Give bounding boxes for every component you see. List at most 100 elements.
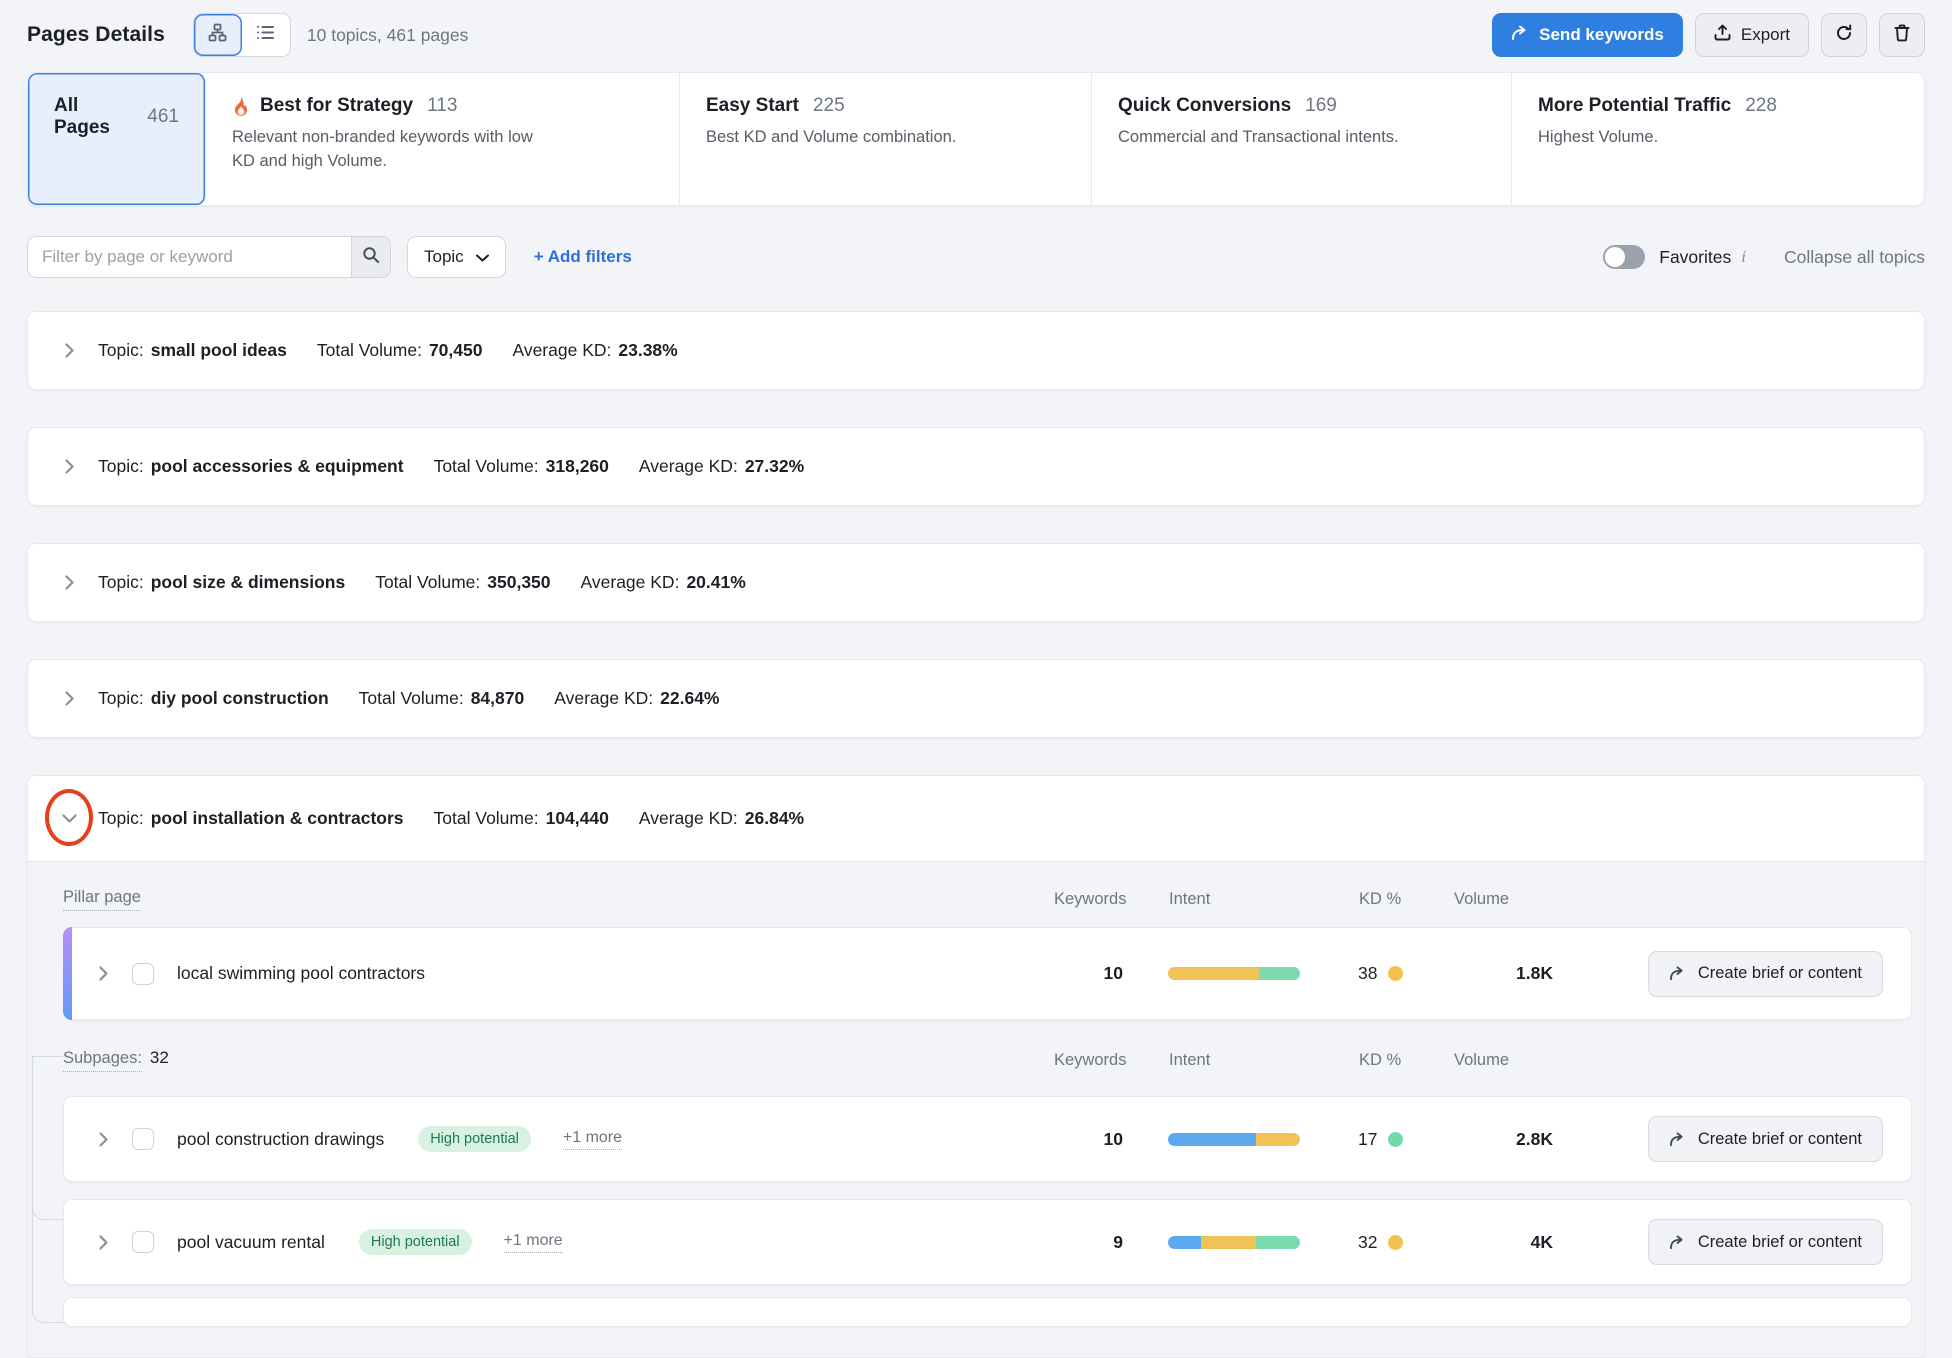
volume-value: 4K <box>1453 1232 1553 1253</box>
send-keywords-button[interactable]: Send keywords <box>1492 13 1683 57</box>
average-kd-label: Average KD: <box>512 340 611 361</box>
pillar-connector-line <box>32 1056 63 1057</box>
pillar-page-label[interactable]: Pillar page <box>63 888 141 911</box>
page-title: Pages Details <box>27 23 165 47</box>
average-kd-value: 20.41% <box>686 572 745 593</box>
pillar-row: local swimming pool contractors 10 38 1.… <box>63 927 1912 1020</box>
volume-value: 1.8K <box>1453 963 1553 984</box>
intent-bar <box>1168 1236 1300 1249</box>
search-icon <box>362 246 380 269</box>
subpages-label[interactable]: Subpages: <box>63 1049 142 1072</box>
export-button[interactable]: Export <box>1695 13 1809 57</box>
subpage-row: pool vacuum rental High potential +1 mor… <box>63 1199 1912 1285</box>
total-volume-label: Total Volume: <box>317 340 422 361</box>
subpage-name[interactable]: pool construction drawings <box>177 1129 384 1150</box>
topic-row-diy-pool-construction[interactable]: Topic: diy pool construction Total Volum… <box>28 660 1924 737</box>
col-kd: KD % <box>1334 890 1454 909</box>
subpages-header-row: Subpages: 32 Keywords Intent KD % Volume <box>63 1020 1912 1072</box>
filter-bar-right: Favorites i Collapse all topics <box>1603 245 1925 269</box>
tab-quick-conversions[interactable]: Quick Conversions 169 Commercial and Tra… <box>1092 73 1512 205</box>
chevron-right-icon[interactable] <box>58 343 80 358</box>
send-arrow-icon <box>1669 1235 1686 1250</box>
list-icon <box>256 23 275 47</box>
subpage-name[interactable]: pool vacuum rental <box>177 1232 325 1253</box>
topics-pages-summary: 10 topics, 461 pages <box>307 25 469 46</box>
list-view-button[interactable] <box>242 14 290 56</box>
chevron-down-icon <box>476 247 489 267</box>
topic-row-pool-accessories[interactable]: Topic: pool accessories & equipment Tota… <box>28 428 1924 505</box>
delete-button[interactable] <box>1879 13 1925 57</box>
refresh-icon <box>1835 24 1853 47</box>
keywords-count: 10 <box>1053 1129 1123 1150</box>
volume-value: 2.8K <box>1453 1129 1553 1150</box>
search-input[interactable] <box>27 236 351 278</box>
strategy-tabs: All Pages 461 Best for Strategy 113 Rele… <box>27 72 1925 206</box>
chevron-right-icon[interactable] <box>92 966 114 981</box>
tab-easy-start[interactable]: Easy Start 225 Best KD and Volume combin… <box>680 73 1092 205</box>
row-checkbox[interactable] <box>132 1128 154 1150</box>
total-volume-value: 104,440 <box>546 808 609 829</box>
create-brief-button[interactable]: Create brief or content <box>1648 951 1883 997</box>
topic-filter-dropdown[interactable]: Topic <box>407 236 506 278</box>
high-potential-badge: High potential <box>359 1229 472 1255</box>
search-button[interactable] <box>351 236 391 278</box>
tab-description: Relevant non-branded keywords with low K… <box>232 126 552 174</box>
add-filters-link[interactable]: + Add filters <box>534 247 632 267</box>
view-mode-switcher <box>193 13 291 57</box>
tab-all-pages[interactable]: All Pages 461 <box>28 73 206 205</box>
col-keywords: Keywords <box>1054 890 1124 909</box>
kd-dot <box>1388 1132 1403 1147</box>
row-checkbox[interactable] <box>132 1231 154 1253</box>
filter-bar: Topic + Add filters Favorites i Collapse… <box>27 236 1925 278</box>
collapse-all-topics-link[interactable]: Collapse all topics <box>1784 247 1925 268</box>
topic-card: Topic: diy pool construction Total Volum… <box>27 659 1925 738</box>
topic-name: pool accessories & equipment <box>151 456 404 477</box>
pages-details-view: Pages Details <box>0 0 1952 1358</box>
tab-more-potential-traffic[interactable]: More Potential Traffic 228 Highest Volum… <box>1512 73 1924 205</box>
top-bar: Pages Details <box>27 12 1925 58</box>
send-arrow-icon <box>1669 1132 1686 1147</box>
more-badges-link[interactable]: +1 more <box>504 1232 563 1253</box>
pillar-page-name[interactable]: local swimming pool contractors <box>177 963 425 984</box>
topic-row-small-pool-ideas[interactable]: Topic: small pool ideas Total Volume: 70… <box>28 312 1924 389</box>
chevron-right-icon[interactable] <box>92 1132 114 1147</box>
create-brief-button[interactable]: Create brief or content <box>1648 1219 1883 1265</box>
more-badges-link[interactable]: +1 more <box>563 1129 622 1150</box>
refresh-button[interactable] <box>1821 13 1867 57</box>
col-intent: Intent <box>1124 890 1334 909</box>
hierarchy-view-button[interactable] <box>194 14 242 56</box>
chevron-right-icon[interactable] <box>92 1235 114 1250</box>
chevron-right-icon[interactable] <box>58 575 80 590</box>
topic-card-expanded: Topic: pool installation & contractors T… <box>27 775 1925 1358</box>
kd-dot <box>1388 966 1403 981</box>
info-icon[interactable]: i <box>1741 247 1746 267</box>
row-checkbox[interactable] <box>132 963 154 985</box>
kd-dot <box>1388 1235 1403 1250</box>
topic-name: diy pool construction <box>151 688 329 709</box>
chevron-right-icon[interactable] <box>58 459 80 474</box>
total-volume-value: 84,870 <box>471 688 525 709</box>
tab-description: Commercial and Transactional intents. <box>1118 126 1438 150</box>
subpage-connector-line <box>32 1198 63 1220</box>
tab-description: Best KD and Volume combination. <box>706 126 1026 150</box>
favorites-toggle[interactable] <box>1603 245 1645 269</box>
total-volume-value: 350,350 <box>487 572 550 593</box>
col-volume: Volume <box>1454 1051 1554 1070</box>
tree-trunk-line <box>32 1056 33 1308</box>
kd-value: 32 <box>1358 1232 1377 1253</box>
keywords-count: 9 <box>1053 1232 1123 1253</box>
topic-row-pool-installation[interactable]: Topic: pool installation & contractors T… <box>28 776 1924 861</box>
topic-name: small pool ideas <box>151 340 287 361</box>
average-kd-value: 26.84% <box>745 808 804 829</box>
topic-row-pool-size[interactable]: Topic: pool size & dimensions Total Volu… <box>28 544 1924 621</box>
average-kd-value: 22.64% <box>660 688 719 709</box>
topic-name: pool size & dimensions <box>151 572 345 593</box>
chevron-right-icon[interactable] <box>58 691 80 706</box>
col-intent: Intent <box>1124 1051 1334 1070</box>
tab-best-for-strategy[interactable]: Best for Strategy 113 Relevant non-brand… <box>206 73 680 205</box>
chevron-down-icon[interactable] <box>58 814 80 823</box>
search-field <box>27 236 391 278</box>
send-arrow-icon <box>1669 966 1686 981</box>
create-brief-button[interactable]: Create brief or content <box>1648 1116 1883 1162</box>
high-potential-badge: High potential <box>418 1126 531 1152</box>
